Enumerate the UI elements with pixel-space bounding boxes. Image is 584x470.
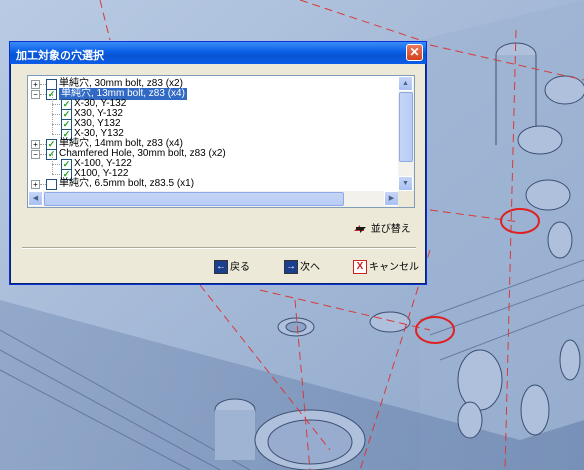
tree-connector <box>52 114 60 115</box>
horizontal-scroll-thumb[interactable] <box>44 192 344 206</box>
tree-connector <box>52 134 60 135</box>
next-button[interactable]: → 次へ <box>284 259 320 277</box>
tree-connector <box>52 164 53 174</box>
cancel-button[interactable]: X キャンセル <box>353 259 419 277</box>
separator <box>22 247 416 249</box>
tree-checkbox[interactable] <box>46 179 57 190</box>
hole-selection-dialog: 加工対象の穴選択 ✕ + 単純穴, 30mm bolt, z83 (x2) − ✓ 単純… <box>9 41 427 285</box>
scrollbar-corner <box>398 191 414 207</box>
sort-label: 並び替え <box>370 224 411 235</box>
tree-group-node[interactable]: + 単純穴, 6.5mm bolt, z83.5 (x1) <box>28 178 398 190</box>
tree-connector <box>52 154 53 164</box>
scroll-right-arrow-icon[interactable]: ▶ <box>384 191 399 206</box>
tree-node-label: 単純穴, 6.5mm bolt, z83.5 (x1) <box>59 178 195 189</box>
title-bar[interactable]: 加工対象の穴選択 ✕ <box>10 42 426 64</box>
tree-connector <box>52 114 53 124</box>
sort-arrows-icon <box>352 222 368 236</box>
next-label: 次へ <box>300 262 320 273</box>
back-button[interactable]: ← 戻る <box>214 259 250 277</box>
tree-connector <box>52 124 53 134</box>
next-arrow-icon: → <box>284 260 298 275</box>
dialog-title: 加工対象の穴選択 <box>16 50 104 62</box>
sort-button[interactable]: 並び替え <box>352 221 411 239</box>
scroll-up-arrow-icon[interactable]: ▲ <box>398 76 413 91</box>
hole-tree-view[interactable]: + 単純穴, 30mm bolt, z83 (x2) − ✓ 単純穴, 13mm bol… <box>27 75 415 208</box>
tree-connector <box>52 104 60 105</box>
vertical-scrollbar[interactable]: ▲ ▼ <box>398 76 414 191</box>
back-label: 戻る <box>230 262 250 273</box>
close-button[interactable]: ✕ <box>406 44 423 61</box>
horizontal-scrollbar[interactable]: ◀ ▶ <box>28 191 399 207</box>
tree-content: + 単純穴, 30mm bolt, z83 (x2) − ✓ 単純穴, 13mm bol… <box>28 76 399 191</box>
back-arrow-icon: ← <box>214 260 228 275</box>
tree-connector <box>52 124 60 125</box>
cancel-x-icon: X <box>353 260 367 275</box>
tree-connector <box>52 174 60 175</box>
scroll-left-arrow-icon[interactable]: ◀ <box>28 191 43 206</box>
tree-connector <box>52 94 53 104</box>
vertical-scroll-thumb[interactable] <box>399 92 413 162</box>
tree-connector <box>52 104 53 114</box>
scroll-down-arrow-icon[interactable]: ▼ <box>398 176 413 191</box>
cancel-label: キャンセル <box>369 262 419 273</box>
expand-icon[interactable]: + <box>31 180 40 189</box>
tree-connector <box>52 164 60 165</box>
